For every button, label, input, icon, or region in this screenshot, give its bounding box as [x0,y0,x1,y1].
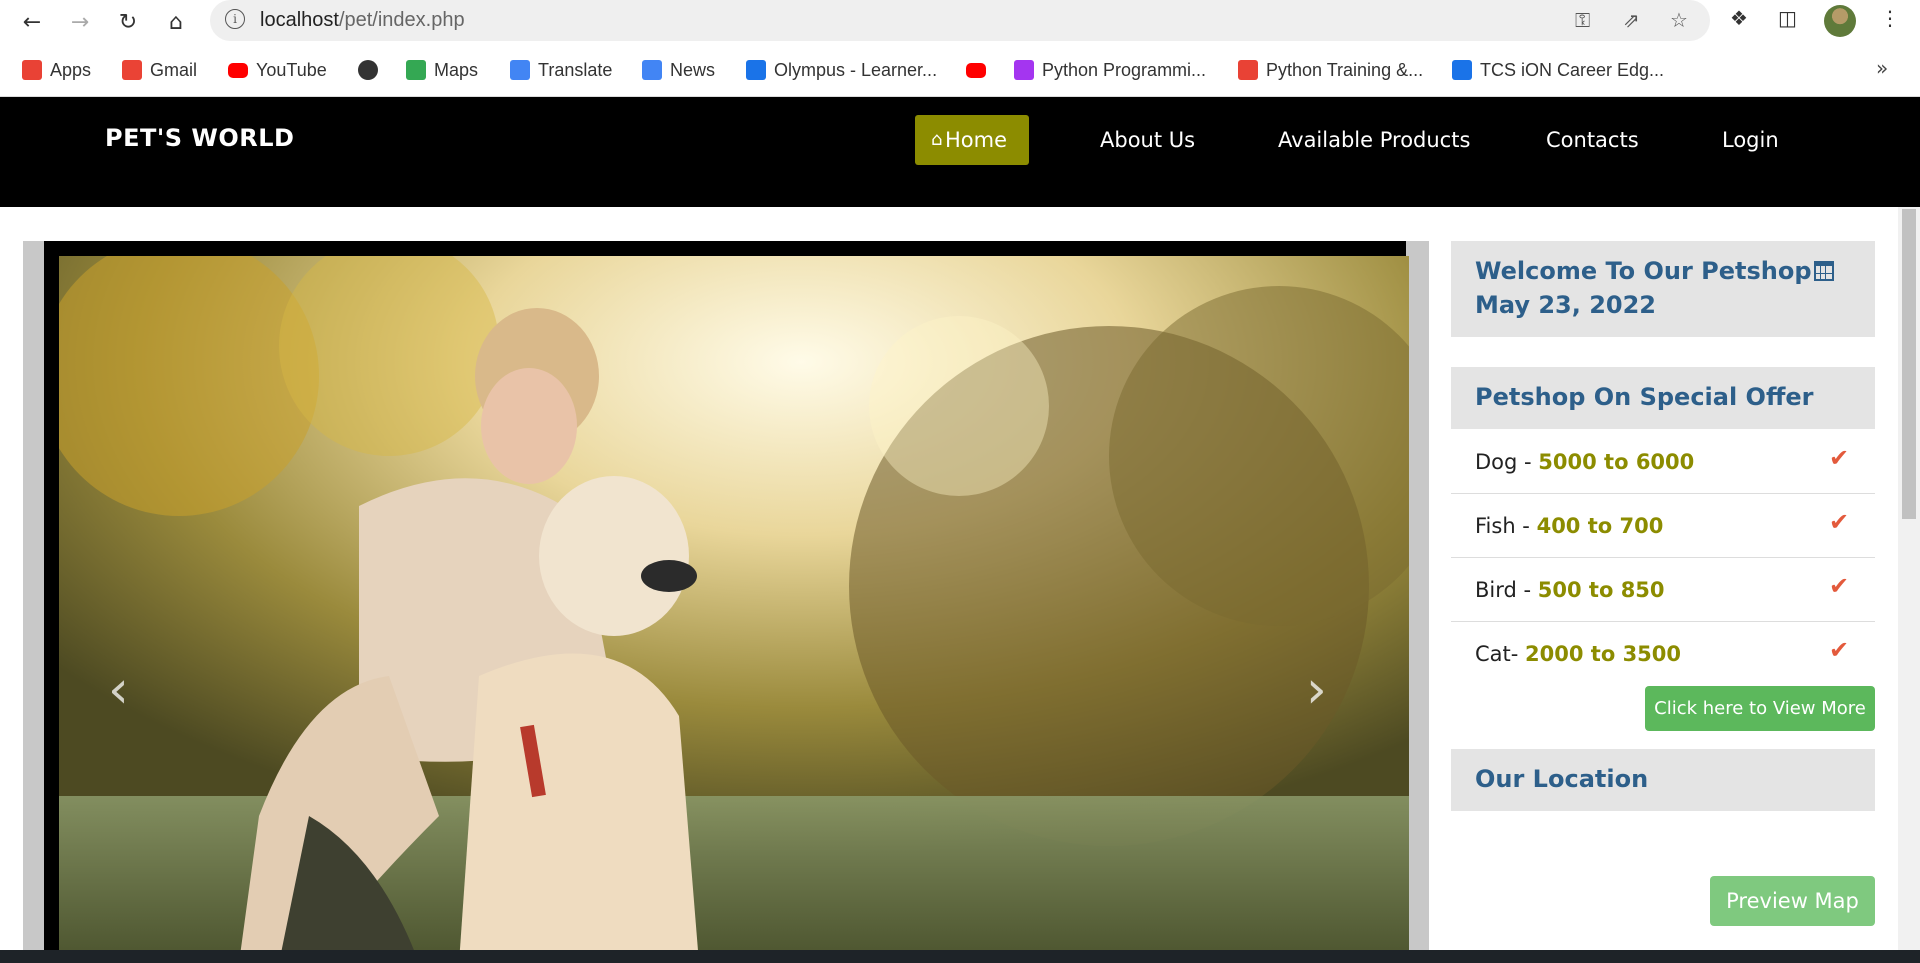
bookmark-item[interactable]: Python Programmi... [1014,57,1206,83]
share-icon[interactable]: ⇗ [1623,8,1640,32]
address-bar[interactable]: i localhost/pet/index.php ⚿ ⇗ ☆ [210,0,1710,41]
offer-row-bird: Bird - 500 to 850 ✔ [1451,558,1875,622]
offer-row-cat: Cat- 2000 to 3500 ✔ [1451,622,1875,685]
offer-animal: Dog - [1475,450,1539,474]
bookmark-item[interactable]: Python Training &... [1238,57,1423,83]
special-offer-title: Petshop On Special Offer [1475,383,1814,411]
gmail-icon [122,60,142,80]
taskbar-edge [0,950,1920,963]
offer-row-dog: Dog - 5000 to 6000 ✔ [1451,430,1875,494]
welcome-panel: Welcome To Our Petshop May 23, 2022 [1451,241,1875,337]
bookmark-item[interactable]: News [642,57,715,83]
check-icon: ✔ [1829,508,1850,536]
preview-map-button[interactable]: Preview Map [1710,876,1875,926]
welcome-title: Welcome To Our Petshop [1475,257,1812,285]
olympus-icon [746,60,766,80]
browser-toolbar: ← → ↻ ⌂ i localhost/pet/index.php ⚿ ⇗ ☆ … [0,0,1920,44]
check-icon: ✔ [1829,444,1850,472]
globe-icon [358,60,378,80]
youtube-icon [228,62,248,78]
home-icon[interactable]: ⌂ [160,6,192,38]
calendar-icon [1813,261,1834,281]
bookmarks-bar: Apps Gmail YouTube Maps Translate News Olympus… [0,44,1920,97]
extensions-icon[interactable]: ❖ [1730,6,1748,30]
menu-kebab-icon[interactable]: ⋮ [1880,6,1900,30]
welcome-date: May 23, 2022 [1475,291,1657,319]
udemy-icon [1014,60,1034,80]
site-brand[interactable]: PET'S WORLD [105,124,294,152]
bookmark-label: Python Programmi... [1042,59,1207,80]
nav-contacts[interactable]: Contacts [1530,115,1655,165]
check-icon: ✔ [1829,572,1850,600]
location-title: Our Location [1475,765,1649,793]
offer-price: 400 to 700 [1536,514,1664,538]
nav-about-us[interactable]: About Us [1084,115,1211,165]
bookmark-item[interactable]: Maps [406,57,478,83]
bookmark-item[interactable]: Translate [510,57,612,83]
bookmark-label: News [670,59,716,80]
view-more-button[interactable]: Click here to View More [1645,686,1875,731]
reload-icon[interactable]: ↻ [112,6,144,38]
translate-icon [510,60,530,80]
carousel-next-chevron-icon[interactable]: › [1306,660,1327,720]
bookmark-item[interactable]: Gmail [122,57,197,83]
bookmark-label: Translate [538,59,613,80]
offer-price: 500 to 850 [1537,578,1665,602]
bookmark-label: Maps [434,59,479,80]
news-icon [642,60,662,80]
check-icon: ✔ [1829,636,1850,664]
bookmark-item[interactable] [966,57,986,83]
location-heading: Our Location [1451,749,1875,811]
nav-login[interactable]: Login [1706,115,1795,165]
profile-avatar[interactable] [1824,5,1856,37]
nav-available-products[interactable]: Available Products [1262,115,1486,165]
bookmark-item[interactable]: Olympus - Learner... [746,57,937,83]
carousel-image-woman-hugging-dog [59,256,1409,963]
bookmark-item[interactable]: Apps [22,57,91,83]
site-info-icon[interactable]: i [225,9,245,29]
carousel-prev-chevron-icon[interactable]: ‹ [108,660,129,720]
bookmark-label: Gmail [150,59,198,80]
bookmark-item[interactable] [358,57,378,83]
bookmark-label: YouTube [256,59,327,80]
offer-animal: Fish - [1475,514,1537,538]
offer-row-fish: Fish - 400 to 700 ✔ [1451,494,1875,558]
side-panel-icon[interactable]: ◫ [1778,6,1797,30]
bookmark-label: Olympus - Learner... [774,59,938,80]
bookmark-item[interactable]: TCS iON Career Edg... [1452,57,1664,83]
offer-animal: Cat- [1475,642,1526,666]
apps-grid-icon [22,60,42,80]
bookmark-label: Apps [50,59,92,80]
url-text: localhost/pet/index.php [260,9,465,31]
offer-animal: Bird - [1475,578,1538,602]
chevron-more-icon[interactable]: » [1876,56,1888,80]
bookmark-label: Python Training &... [1266,59,1424,80]
tcs-icon [1452,60,1472,80]
back-arrow-icon[interactable]: ← [16,6,48,38]
special-offer-heading: Petshop On Special Offer [1451,367,1875,429]
star-icon[interactable]: ☆ [1670,8,1688,32]
offer-price: 2000 to 3500 [1525,642,1682,666]
home-icon: ⌂ [931,129,943,150]
bookmark-label: TCS iON Career Edg... [1480,59,1665,80]
site-header: PET'S WORLD ⌂ Home About Us Available Pro… [0,97,1920,207]
offer-price: 5000 to 6000 [1538,450,1695,474]
nav-home[interactable]: ⌂ Home [915,115,1029,165]
maps-icon [406,60,426,80]
training-icon [1238,60,1258,80]
bookmark-item[interactable]: YouTube [228,57,327,83]
forward-arrow-icon[interactable]: → [64,6,96,38]
scrollbar-thumb[interactable] [1902,209,1916,519]
key-icon[interactable]: ⚿ [1575,8,1590,32]
youtube-icon [966,62,986,78]
